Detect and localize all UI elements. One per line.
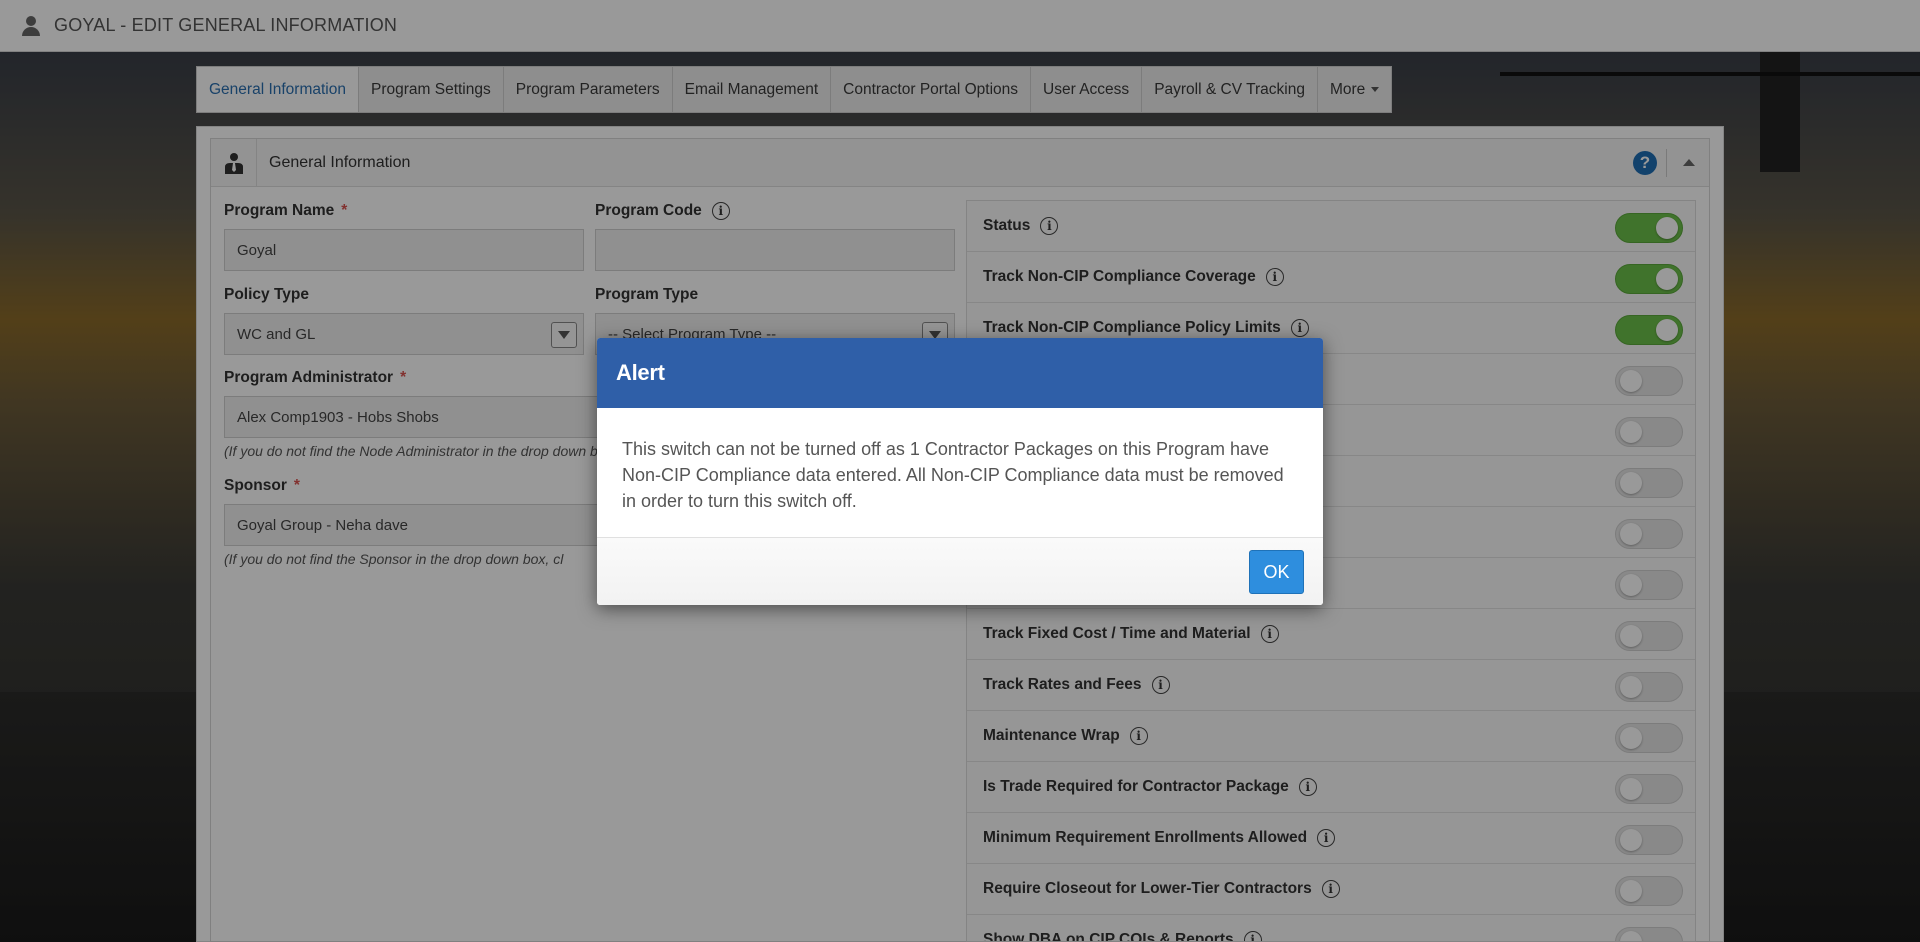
ok-button[interactable]: OK xyxy=(1249,550,1304,594)
alert-header: Alert xyxy=(597,338,1323,408)
alert-title: Alert xyxy=(616,360,665,385)
alert-dialog: Alert This switch can not be turned off … xyxy=(597,338,1323,605)
alert-message: This switch can not be turned off as 1 C… xyxy=(597,408,1323,538)
alert-footer: OK xyxy=(597,538,1323,605)
